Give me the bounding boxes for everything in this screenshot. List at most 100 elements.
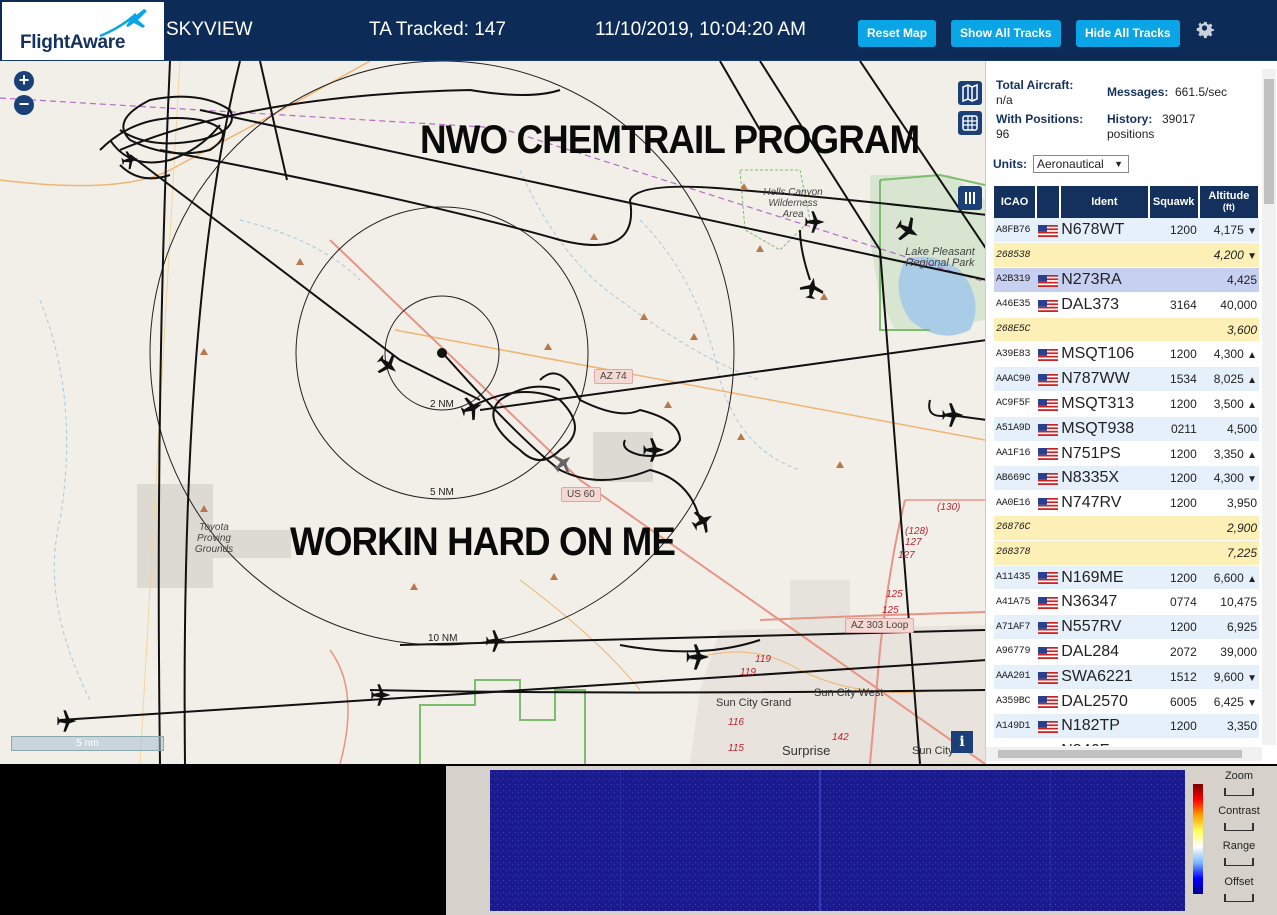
map-view[interactable]: + − NWO CHEMTRAIL PROGRAM WORKIN HARD ON… bbox=[0, 61, 985, 764]
cell-flag bbox=[1036, 664, 1061, 690]
table-row[interactable]: A46E35 DAL373 3164 40,000 bbox=[994, 292, 1259, 318]
cell-flag bbox=[1036, 317, 1061, 343]
cell-ident: N747RV bbox=[1060, 490, 1149, 517]
table-row[interactable]: A3D415 N346F0354 14,000 bbox=[994, 738, 1259, 746]
table-row[interactable]: A11435 N169ME 1200 6,600 ▲ bbox=[994, 565, 1259, 591]
altitude-value: 4,300 bbox=[1213, 347, 1244, 362]
cell-altitude: 4,500 bbox=[1198, 416, 1259, 442]
col-header-squawk[interactable]: Squawk bbox=[1148, 186, 1200, 218]
grid-toggle-icon[interactable] bbox=[958, 111, 982, 135]
units-select[interactable]: Aeronautical ▼ bbox=[1033, 155, 1129, 173]
table-row[interactable]: AAAC90 N787WW 1534 8,025 ▲ bbox=[994, 366, 1259, 393]
label-sun-city-grand: Sun City Grand bbox=[716, 697, 792, 709]
vertical-scrollbar[interactable] bbox=[1262, 69, 1276, 745]
table-row[interactable]: 268E5C 3,600 bbox=[994, 317, 1259, 343]
zoom-in-button[interactable]: + bbox=[14, 71, 34, 91]
col-header-altitude[interactable]: Altitude (ft) bbox=[1198, 186, 1260, 218]
zoom-slider[interactable] bbox=[1224, 788, 1254, 796]
range-slider[interactable] bbox=[1224, 858, 1254, 866]
cell-altitude: 39,000 bbox=[1198, 639, 1259, 665]
table-row[interactable]: AA0E16 N747RV 1200 3,950 bbox=[994, 490, 1259, 517]
table-row[interactable]: AAA201 SWA6221 1512 9,600 ▼ bbox=[994, 664, 1259, 690]
cell-ident: N182TP bbox=[1060, 713, 1149, 740]
map-icon bbox=[962, 83, 978, 103]
waterfall-noise bbox=[490, 770, 1185, 911]
label-surprise: Surprise bbox=[782, 743, 831, 758]
messages-value: 661.5/sec bbox=[1175, 85, 1228, 99]
horizontal-scroll-thumb[interactable] bbox=[998, 750, 1242, 758]
table-row[interactable]: A39E83 MSQT106 1200 4,300 ▲ bbox=[994, 341, 1259, 368]
table-row[interactable]: A41A75 N36347 0774 10,475 bbox=[994, 589, 1259, 616]
cell-squawk: 1200 bbox=[1148, 341, 1199, 368]
altitude-trend-icon: ▼ bbox=[1247, 226, 1257, 238]
us-flag-icon bbox=[1038, 695, 1059, 709]
cell-ident: N678WT bbox=[1060, 218, 1149, 244]
cell-flag bbox=[1036, 689, 1061, 715]
reset-map-button[interactable]: Reset Map bbox=[858, 20, 937, 47]
total-aircraft-label: Total Aircraft: bbox=[996, 78, 1074, 92]
table-row[interactable]: A149D1 N182TP 1200 3,350 bbox=[994, 713, 1259, 740]
cell-flag bbox=[1036, 341, 1061, 368]
cell-ident: N169ME bbox=[1060, 565, 1149, 591]
flightaware-logo[interactable]: FlightAware bbox=[2, 2, 164, 60]
cell-icao: A39E83 bbox=[994, 341, 1037, 368]
table-row[interactable]: A2B319 N273RA 4,425 bbox=[994, 267, 1259, 293]
cell-altitude: 4,300 ▼ bbox=[1198, 465, 1259, 492]
table-row[interactable]: AC9F5F MSQT313 1200 3,500 ▲ bbox=[994, 391, 1259, 417]
horizontal-scrollbar[interactable] bbox=[986, 747, 1262, 761]
spectrum-waterfall[interactable] bbox=[490, 770, 1185, 911]
cell-ident bbox=[1060, 242, 1149, 269]
map-scale-bar: 5 nm bbox=[11, 736, 164, 751]
cell-icao: 268378 bbox=[994, 540, 1037, 566]
cell-icao: 268E5C bbox=[994, 317, 1037, 343]
gear-icon[interactable] bbox=[1193, 18, 1217, 42]
columns-toggle-icon[interactable] bbox=[958, 186, 982, 210]
table-row[interactable]: A51A9D MSQT938 0211 4,500 bbox=[994, 416, 1259, 442]
logo-text: FlightAware bbox=[20, 32, 126, 53]
info-icon[interactable]: i bbox=[951, 731, 973, 753]
cell-icao: A8FB76 bbox=[994, 218, 1037, 244]
table-row[interactable]: 268378 7,225 bbox=[994, 540, 1259, 566]
offset-slider[interactable] bbox=[1224, 894, 1254, 902]
table-row[interactable]: AB669C N8335X 1200 4,300 ▼ bbox=[994, 465, 1259, 492]
history-unit: positions bbox=[1107, 127, 1155, 141]
cell-ident: N36347 bbox=[1060, 589, 1149, 616]
table-row[interactable]: 26876C 2,900 bbox=[994, 515, 1259, 541]
hide-all-tracks-button[interactable]: Hide All Tracks bbox=[1076, 20, 1180, 47]
cell-icao: AA0E16 bbox=[994, 490, 1037, 517]
altitude-trend-icon: ▼ bbox=[1247, 251, 1257, 263]
cell-squawk: 1512 bbox=[1148, 664, 1199, 690]
altitude-value: 6,425 bbox=[1213, 694, 1244, 709]
cell-squawk: 3164 bbox=[1148, 292, 1199, 318]
vertical-scroll-thumb[interactable] bbox=[1264, 79, 1274, 204]
altitude-value: 4,300 bbox=[1213, 471, 1244, 486]
aircraft-table-container[interactable]: ICAO Ident Squawk Altitude (ft) A8FB76 N67… bbox=[994, 186, 1260, 746]
table-row[interactable]: A359BC DAL2570 6005 6,425 ▼ bbox=[994, 689, 1259, 715]
col-header-icao[interactable]: ICAO bbox=[994, 186, 1038, 218]
cell-squawk: 1534 bbox=[1148, 366, 1199, 393]
cell-squawk bbox=[1148, 540, 1199, 566]
table-row[interactable]: A96779 DAL284 2072 39,000 bbox=[994, 639, 1259, 665]
table-row[interactable]: 268538 4,200 ▼ bbox=[994, 242, 1259, 269]
cell-icao: A51A9D bbox=[994, 416, 1037, 442]
cell-icao: AAA201 bbox=[994, 664, 1037, 690]
cell-icao: AAAC90 bbox=[994, 366, 1037, 393]
zoom-out-button[interactable]: − bbox=[14, 95, 34, 115]
cell-ident: N751PS bbox=[1060, 441, 1149, 467]
map-layers-icon[interactable] bbox=[958, 81, 982, 105]
label-sun-city: Sun City bbox=[912, 745, 954, 757]
cell-flag bbox=[1036, 540, 1061, 566]
us-flag-icon bbox=[1038, 298, 1059, 312]
col-header-ident[interactable]: Ident bbox=[1060, 186, 1150, 218]
cell-icao: A3D415 bbox=[994, 738, 1037, 746]
cell-flag bbox=[1036, 292, 1061, 318]
table-row[interactable]: AA1F16 N751PS 1200 3,350 ▲ bbox=[994, 441, 1259, 467]
cell-squawk: 1200 bbox=[1148, 713, 1199, 740]
cell-ident: N8335X bbox=[1060, 465, 1149, 492]
contrast-slider[interactable] bbox=[1224, 823, 1254, 831]
altitude-value: 39,000 bbox=[1220, 644, 1257, 659]
show-all-tracks-button[interactable]: Show All Tracks bbox=[951, 20, 1061, 47]
table-row[interactable]: A8FB76 N678WT 1200 4,175 ▼ bbox=[994, 218, 1259, 244]
table-row[interactable]: A71AF7 N557RV 1200 6,925 bbox=[994, 614, 1259, 641]
us-flag-icon bbox=[1038, 595, 1059, 610]
